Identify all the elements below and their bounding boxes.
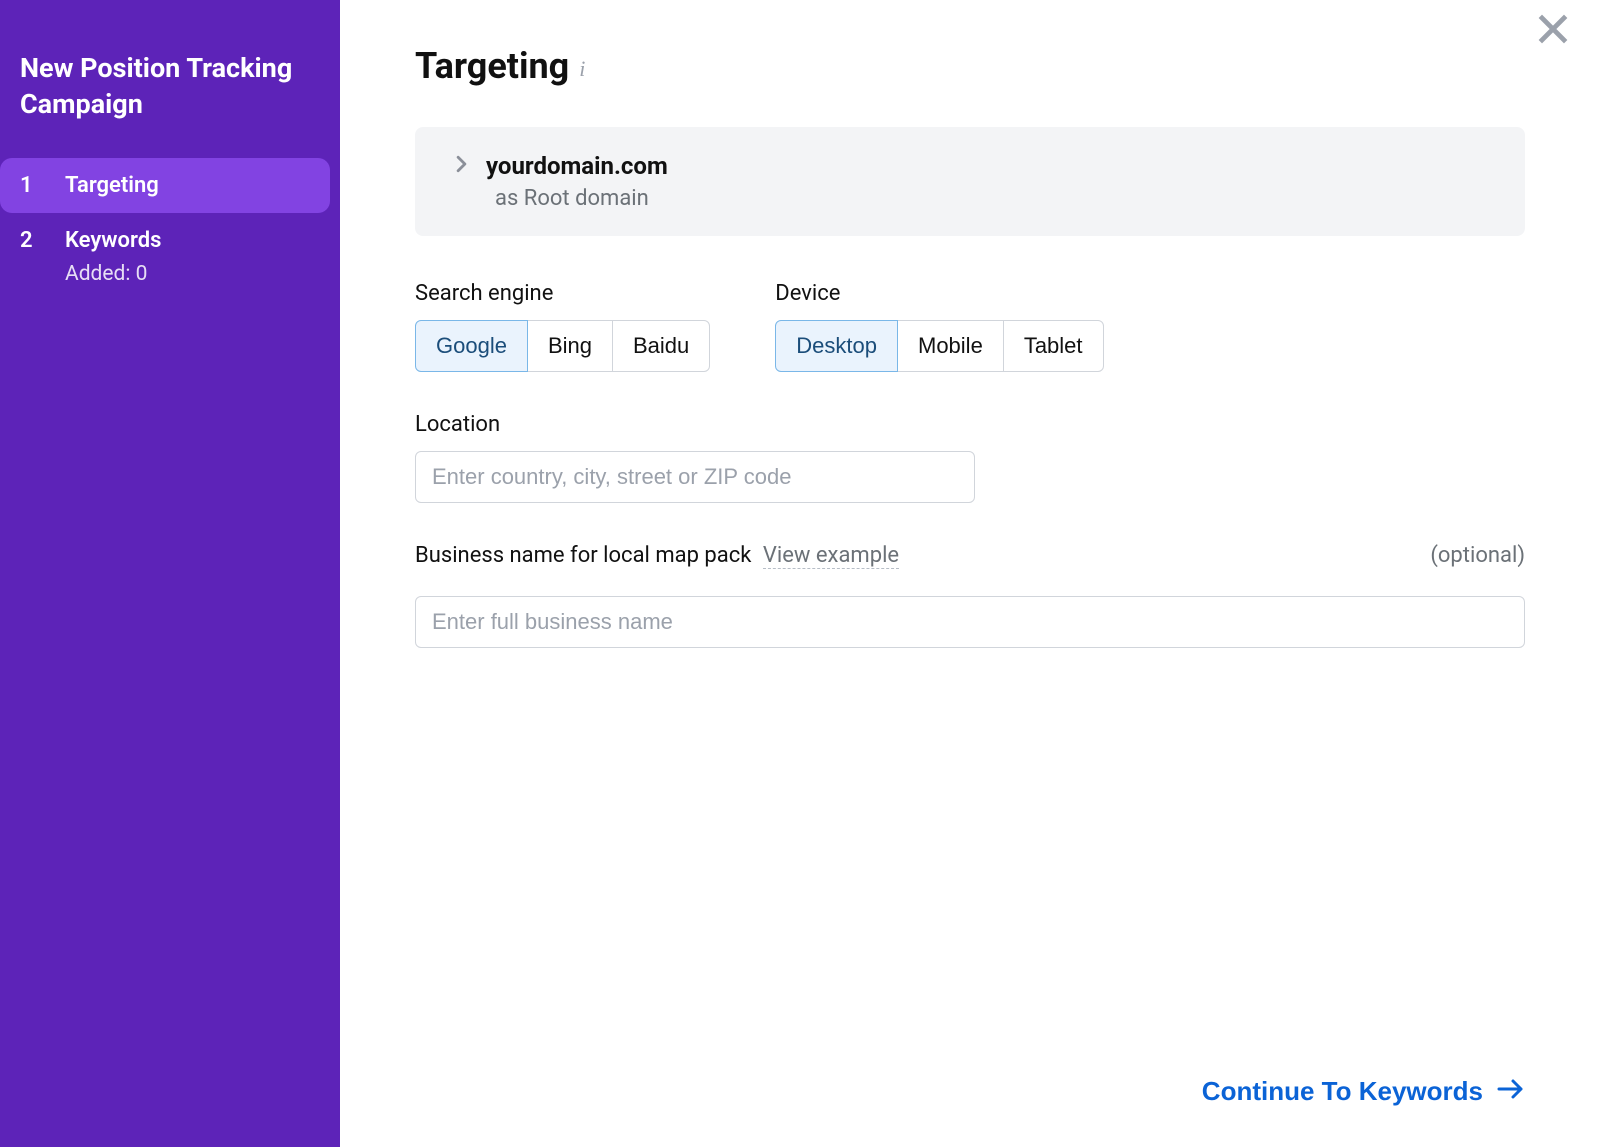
sidebar-title: New Position Tracking Campaign bbox=[0, 50, 340, 158]
step-label: Targeting bbox=[65, 173, 159, 198]
continue-to-keywords-button[interactable]: Continue To Keywords bbox=[1202, 1076, 1525, 1107]
sidebar-step-targeting[interactable]: 1 Targeting bbox=[0, 158, 330, 213]
search-engine-buttons: Google Bing Baidu bbox=[415, 320, 710, 372]
business-name-input[interactable] bbox=[415, 596, 1525, 648]
business-section: Business name for local map pack View ex… bbox=[415, 543, 1525, 648]
domain-box[interactable]: yourdomain.com as Root domain bbox=[415, 127, 1525, 236]
arrow-right-icon bbox=[1497, 1076, 1525, 1107]
search-engine-baidu[interactable]: Baidu bbox=[612, 320, 710, 372]
domain-name: yourdomain.com bbox=[486, 152, 668, 180]
device-mobile[interactable]: Mobile bbox=[897, 320, 1004, 372]
device-label: Device bbox=[775, 281, 1103, 306]
step-number: 1 bbox=[20, 173, 65, 198]
info-icon[interactable]: i bbox=[579, 50, 585, 82]
search-engine-bing[interactable]: Bing bbox=[527, 320, 613, 372]
continue-label: Continue To Keywords bbox=[1202, 1076, 1483, 1107]
device-group: Device Desktop Mobile Tablet bbox=[775, 281, 1103, 372]
chevron-right-icon bbox=[455, 154, 468, 179]
search-engine-label: Search engine bbox=[415, 281, 710, 306]
close-icon[interactable] bbox=[1534, 10, 1572, 52]
main-content: Targeting i yourdomain.com as Root domai… bbox=[340, 0, 1600, 1147]
device-buttons: Desktop Mobile Tablet bbox=[775, 320, 1103, 372]
device-desktop[interactable]: Desktop bbox=[775, 320, 898, 372]
footer: Continue To Keywords bbox=[415, 1036, 1525, 1107]
location-section: Location bbox=[415, 412, 1525, 503]
search-engine-group: Search engine Google Bing Baidu bbox=[415, 281, 710, 372]
view-example-link[interactable]: View example bbox=[763, 543, 899, 569]
search-engine-google[interactable]: Google bbox=[415, 320, 528, 372]
business-label: Business name for local map pack bbox=[415, 543, 751, 568]
domain-type: as Root domain bbox=[495, 186, 1485, 211]
sidebar-step-keywords[interactable]: 2 Keywords bbox=[0, 213, 330, 268]
location-label: Location bbox=[415, 412, 1525, 437]
location-input[interactable] bbox=[415, 451, 975, 503]
step-keywords-added: Added: 0 bbox=[65, 262, 340, 296]
optional-label: (optional) bbox=[1430, 543, 1525, 568]
business-label-row: Business name for local map pack View ex… bbox=[415, 543, 899, 568]
sidebar: New Position Tracking Campaign 1 Targeti… bbox=[0, 0, 340, 1147]
step-number: 2 bbox=[20, 228, 65, 253]
page-title: Targeting bbox=[415, 45, 569, 87]
step-label: Keywords bbox=[65, 228, 161, 253]
device-tablet[interactable]: Tablet bbox=[1003, 320, 1104, 372]
page-title-row: Targeting i bbox=[415, 45, 1525, 87]
